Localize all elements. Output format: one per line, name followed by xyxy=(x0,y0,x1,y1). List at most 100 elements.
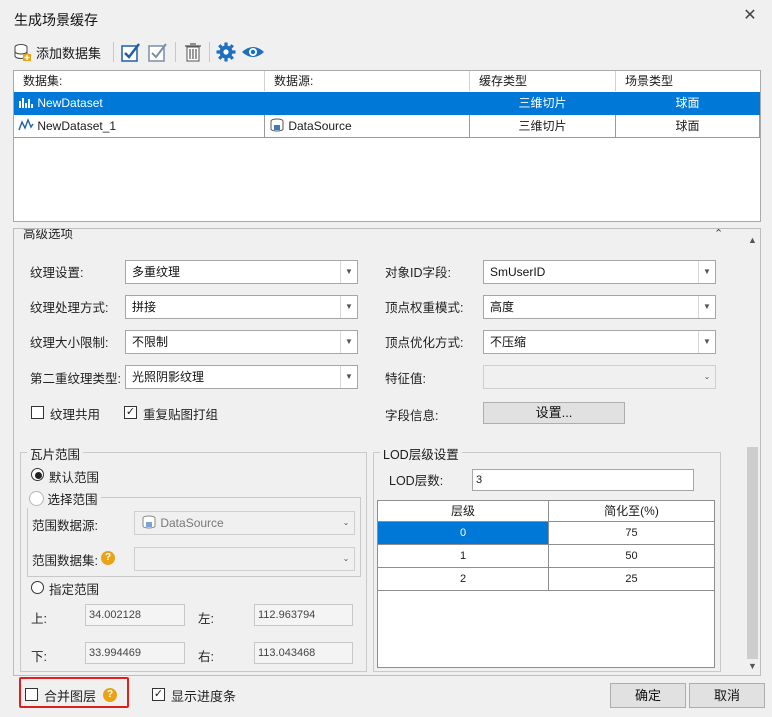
texture-size-value: 不限制 xyxy=(132,335,169,349)
chevron-down-icon: ▼ xyxy=(340,366,357,388)
lod-title: LOD层级设置 xyxy=(380,444,462,463)
toolbar-separator xyxy=(175,42,176,62)
lod-count-input[interactable]: 3 xyxy=(472,469,694,491)
specify-range-label: 指定范围 xyxy=(49,583,100,597)
lod-simplify-cell[interactable]: 75 xyxy=(549,522,715,545)
left-label: 左: xyxy=(198,612,214,626)
add-dataset-button[interactable]: 添加数据集 xyxy=(12,42,101,62)
range-dataset-select[interactable]: ⌄ xyxy=(134,547,355,571)
lod-table[interactable]: 层级 简化至(%) 0 75 1 50 2 25 xyxy=(377,500,715,668)
dataset-grid[interactable]: 数据集: 数据源: 缓存类型 场景类型 NewDataset 三维切片 球面 N… xyxy=(13,70,761,222)
chevron-down-icon: ▼ xyxy=(340,331,357,353)
chevron-down-icon: ▼ xyxy=(340,296,357,318)
specify-range-radio[interactable] xyxy=(31,581,44,594)
select-range-radio[interactable] xyxy=(29,491,44,506)
settings-button[interactable] xyxy=(215,41,237,66)
lod-level-cell[interactable]: 2 xyxy=(378,568,549,591)
check-invert-icon xyxy=(148,43,167,62)
dataset-cell: NewDataset xyxy=(14,92,265,115)
chevron-down-icon: ⌄ xyxy=(703,372,711,381)
preview-button[interactable] xyxy=(241,43,265,64)
vertex-opt-select[interactable]: 不压缩 ▼ xyxy=(483,330,716,354)
object-id-label: 对象ID字段: xyxy=(385,266,451,280)
range-dataset-label: 范围数据集: xyxy=(32,554,98,568)
lod-count-label: LOD层数: xyxy=(389,474,444,488)
repack-checkbox[interactable]: ✓ xyxy=(124,406,137,419)
show-progress-checkbox[interactable]: ✓ xyxy=(152,688,165,701)
range-datasource-value: DataSource xyxy=(160,516,224,530)
select-all-button[interactable] xyxy=(120,41,142,66)
merge-layers-checkbox[interactable] xyxy=(25,688,38,701)
tile-range-title: 瓦片范围 xyxy=(27,444,84,463)
help-icon[interactable]: ? xyxy=(103,688,117,702)
texture-mode-select[interactable]: 拼接 ▼ xyxy=(125,295,358,319)
range-datasource-select[interactable]: DataSource ⌄ xyxy=(134,511,355,535)
chevron-down-icon: ▼ xyxy=(698,261,715,283)
default-range-radio[interactable] xyxy=(31,468,44,481)
chevron-down-icon: ⌄ xyxy=(342,518,350,527)
delete-button[interactable] xyxy=(183,41,203,66)
close-icon[interactable]: ✕ xyxy=(740,6,760,26)
ok-button[interactable]: 确定 xyxy=(610,683,686,708)
vertex-weight-select[interactable]: 高度 ▼ xyxy=(483,295,716,319)
panel-scrollbar[interactable]: ▲ ▼ xyxy=(745,229,760,675)
repack-label: 重复贴图打组 xyxy=(143,408,219,422)
grid-header-scene-type: 场景类型 xyxy=(625,74,674,88)
texture-share-label: 纹理共用 xyxy=(50,408,101,422)
cache-type-cell: 三维切片 xyxy=(470,115,616,138)
chevron-down-icon: ▼ xyxy=(340,261,357,283)
cache-type-cell: 三维切片 xyxy=(470,92,616,115)
advanced-options-title: 高级选项 xyxy=(23,228,74,241)
field-info-label: 字段信息: xyxy=(385,409,439,423)
field-info-settings-button[interactable]: 设置... xyxy=(483,402,625,424)
right-field[interactable]: 113.043468 xyxy=(254,642,353,664)
table-row[interactable]: NewDataset_1 DataSource 三维切片 球面 xyxy=(14,115,760,138)
datasource-icon xyxy=(270,118,284,132)
vertex-weight-label: 顶点权重模式: xyxy=(385,301,464,315)
vertex-opt-label: 顶点优化方式: xyxy=(385,336,464,350)
texture-setting-select[interactable]: 多重纹理 ▼ xyxy=(125,260,358,284)
chevron-down-icon: ⌄ xyxy=(342,554,350,563)
object-id-select[interactable]: SmUserID ▼ xyxy=(483,260,716,284)
collapse-chevron-icon[interactable]: ⌃ xyxy=(714,229,723,240)
bottom-label: 下: xyxy=(31,650,47,664)
datasource-cell: DataSource xyxy=(265,115,470,138)
scroll-down-icon[interactable]: ▼ xyxy=(748,661,757,671)
texture-share-checkbox[interactable] xyxy=(31,406,44,419)
dataset-name: NewDataset_1 xyxy=(37,119,117,133)
invert-select-button[interactable] xyxy=(147,41,169,66)
second-texture-label: 第二重纹理类型: xyxy=(30,372,121,386)
cancel-button[interactable]: 取消 xyxy=(689,683,765,708)
scrollbar-thumb[interactable] xyxy=(747,447,758,659)
second-texture-select[interactable]: 光照阴影纹理 ▼ xyxy=(125,365,358,389)
add-dataset-label: 添加数据集 xyxy=(36,45,102,61)
scene-type-cell: 球面 xyxy=(616,115,760,138)
object-id-value: SmUserID xyxy=(490,265,546,279)
lod-simplify-cell[interactable]: 50 xyxy=(549,545,715,568)
texture-setting-value: 多重纹理 xyxy=(132,265,181,279)
top-field[interactable]: 34.002128 xyxy=(85,604,185,626)
texture-size-select[interactable]: 不限制 ▼ xyxy=(125,330,358,354)
lod-level-cell[interactable]: 1 xyxy=(378,545,549,568)
scroll-up-icon[interactable]: ▲ xyxy=(748,235,757,245)
datasource-name: DataSource xyxy=(288,119,352,133)
toolbar-separator xyxy=(209,42,210,62)
merge-layers-label: 合并图层 xyxy=(44,689,97,704)
bottom-field[interactable]: 33.994469 xyxy=(85,642,185,664)
feature-value-select[interactable]: ⌄ xyxy=(483,365,716,389)
range-datasource-label: 范围数据源: xyxy=(32,519,98,533)
grid-header-datasource: 数据源: xyxy=(265,71,470,91)
texture-mode-label: 纹理处理方式: xyxy=(30,301,109,315)
left-field[interactable]: 112.963794 xyxy=(254,604,353,626)
lod-simplify-cell[interactable]: 25 xyxy=(549,568,715,591)
check-all-icon xyxy=(121,43,140,62)
select-range-label: 选择范围 xyxy=(47,493,98,507)
table-row[interactable]: NewDataset 三维切片 球面 xyxy=(14,92,760,115)
datasource-icon xyxy=(142,515,156,529)
help-icon[interactable]: ? xyxy=(101,551,115,565)
right-label: 右: xyxy=(198,650,214,664)
lod-level-cell[interactable]: 0 xyxy=(378,522,549,545)
dataset-name: NewDataset xyxy=(37,96,103,110)
chevron-down-icon: ▼ xyxy=(698,296,715,318)
texture-mode-value: 拼接 xyxy=(132,300,157,314)
